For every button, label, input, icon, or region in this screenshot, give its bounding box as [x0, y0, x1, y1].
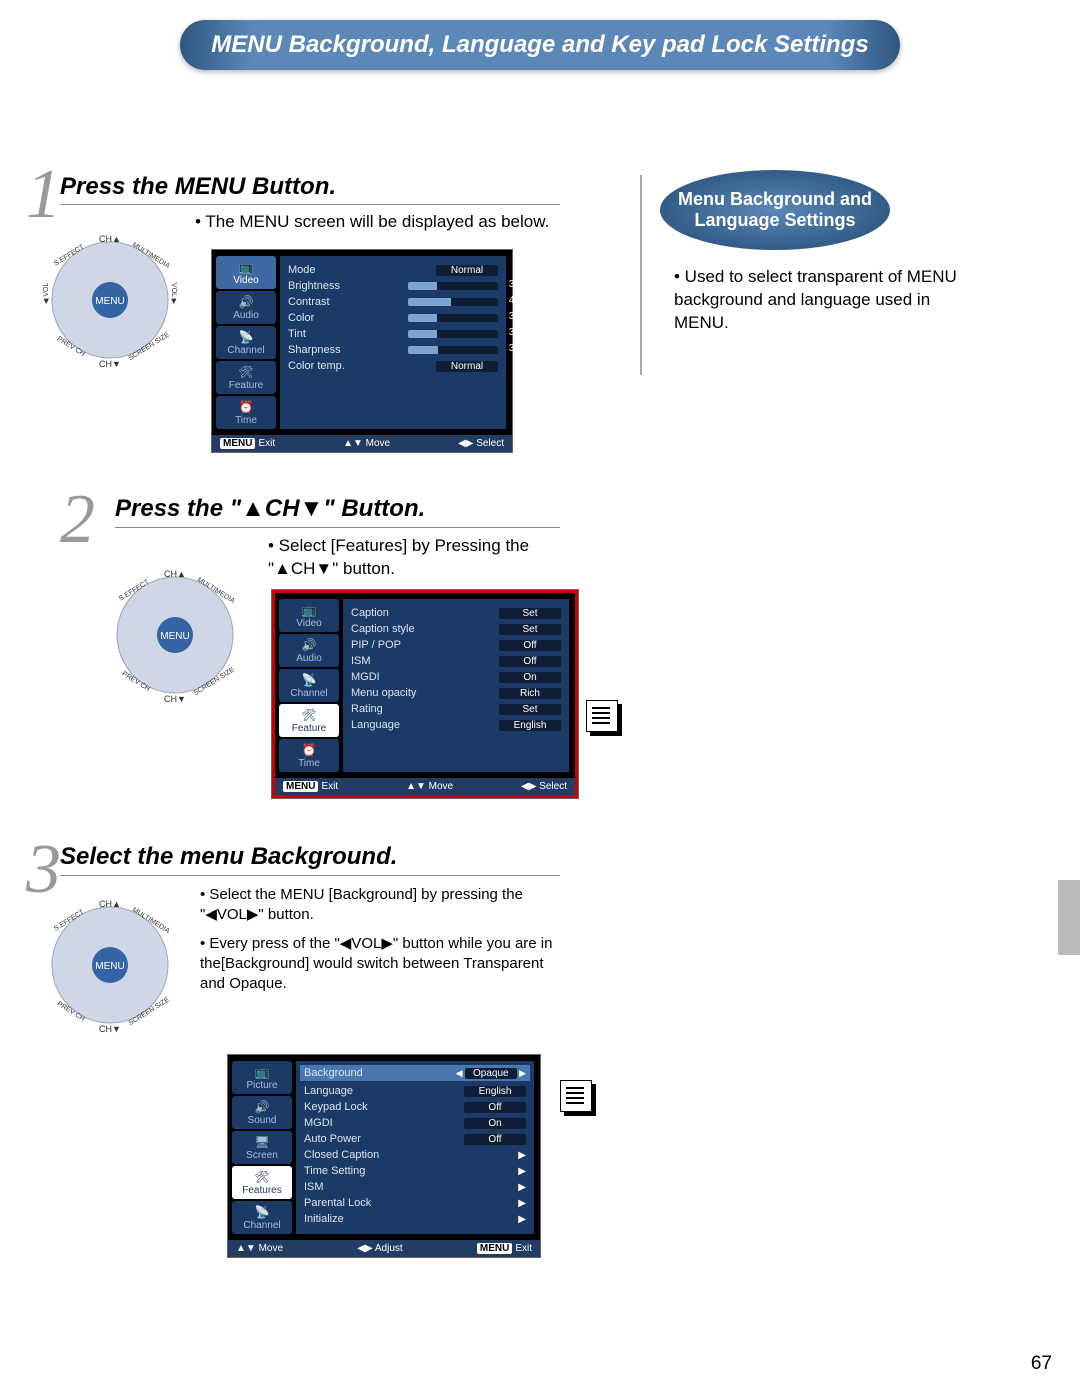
sidebar-heading-blob: Menu Background and Language Settings	[660, 170, 890, 250]
osd1-footer: MENUExit ▲▼ Move ◀▶ Select	[212, 435, 512, 452]
osd3-tab-channel: 📡Channel	[232, 1201, 292, 1234]
note-icon-2	[586, 700, 618, 732]
remote-illustration-1: MENU CH▲ CH▼ S.EFFECT MULTIMEDIA PREV CH…	[40, 230, 180, 370]
osd1-tab-video: 📺Video	[216, 256, 276, 289]
svg-text:CH▲: CH▲	[99, 234, 121, 244]
svg-text:CH▼: CH▼	[99, 359, 121, 369]
svg-text:CH▲: CH▲	[99, 899, 121, 909]
osd2-tab-audio: 🔊Audio	[279, 634, 339, 667]
osd-screen-3: 📺Picture 🔊Sound 🖥Screen 🛠Features 📡Chann…	[228, 1055, 540, 1257]
sidebar-text: • Used to select transparent of MENU bac…	[674, 266, 960, 335]
osd3-tabs: 📺Picture 🔊Sound 🖥Screen 🛠Features 📡Chann…	[228, 1055, 296, 1240]
osd1-tab-audio: 🔊Audio	[216, 291, 276, 324]
step3-note2: • Every press of the "◀VOL▶" button whil…	[200, 934, 570, 995]
osd1-tab-channel: 📡Channel	[216, 326, 276, 359]
svg-text:MENU: MENU	[95, 296, 124, 307]
page-edge-tab	[1058, 880, 1080, 955]
osd2-tab-time: ⏰Time	[279, 739, 339, 772]
osd2-tab-feature: 🛠Feature	[279, 704, 339, 737]
step3-rule	[60, 875, 560, 876]
step3-note1: • Select the MENU [Background] by pressi…	[200, 885, 570, 926]
sidebar: Menu Background and Language Settings • …	[660, 170, 960, 335]
osd3-tab-picture: 📺Picture	[232, 1061, 292, 1094]
step1-heading: Press the MENU Button.	[60, 173, 336, 201]
svg-text:CH▼: CH▼	[99, 1024, 121, 1034]
svg-text:CH▼: CH▼	[164, 694, 186, 704]
step3-heading: Select the menu Background.	[60, 843, 397, 871]
osd2-tab-video: 📺Video	[279, 599, 339, 632]
osd1-main: ModeNormal Brightness32 Contrast48 Color…	[280, 256, 506, 429]
osd3-tab-screen: 🖥Screen	[232, 1131, 292, 1164]
svg-text:◀ VOL: ◀ VOL	[43, 283, 50, 304]
step1-rule	[60, 204, 560, 205]
sidebar-divider	[640, 175, 642, 375]
remote-illustration-2: MENU CH▲ CH▼ S.EFFECT MULTIMEDIA PREV CH…	[105, 565, 245, 705]
page-title: MENU Background, Language and Key pad Lo…	[180, 20, 900, 70]
remote-illustration-3: MENU CH▲ CH▼ S.EFFECT MULTIMEDIA PREV CH…	[40, 895, 180, 1035]
osd1-tab-feature: 🛠Feature	[216, 361, 276, 394]
osd3-footer: ▲▼ Move ◀▶ Adjust MENUExit	[228, 1240, 540, 1257]
osd1-tabs: 📺Video 🔊Audio 📡Channel 🛠Feature ⏰Time	[212, 250, 280, 435]
step3-notes: • Select the MENU [Background] by pressi…	[200, 885, 570, 994]
step2-heading: Press the "▲CH▼" Button.	[115, 495, 425, 523]
osd1-tab-time: ⏰Time	[216, 396, 276, 429]
osd2-footer: MENUExit ▲▼ Move ◀▶ Select	[275, 778, 575, 795]
osd3-main: Background◀ Opaque ▶ LanguageEnglish Key…	[296, 1061, 534, 1234]
svg-text:VOL ▶: VOL ▶	[170, 283, 177, 305]
osd2-main: CaptionSet Caption styleSet PIP / POPOff…	[343, 599, 569, 772]
step-number-1: 1	[26, 155, 61, 235]
osd-screen-2: 📺Video 🔊Audio 📡Channel 🛠Feature ⏰Time Ca…	[272, 590, 578, 798]
step2-rule	[115, 527, 560, 528]
osd2-tabs: 📺Video 🔊Audio 📡Channel 🛠Feature ⏰Time	[275, 593, 343, 778]
osd3-tab-sound: 🔊Sound	[232, 1096, 292, 1129]
osd2-tab-channel: 📡Channel	[279, 669, 339, 702]
svg-text:MENU: MENU	[95, 961, 124, 972]
step1-note: • The MENU screen will be displayed as b…	[195, 212, 549, 232]
svg-text:CH▲: CH▲	[164, 569, 186, 579]
step2-note: • Select [Features] by Pressing the "▲CH…	[268, 535, 568, 581]
note-icon-3	[560, 1080, 592, 1112]
page-number: 67	[1031, 1353, 1052, 1375]
step-number-2: 2	[60, 480, 95, 560]
osd-screen-1: 📺Video 🔊Audio 📡Channel 🛠Feature ⏰Time Mo…	[212, 250, 512, 452]
osd3-tab-features: 🛠Features	[232, 1166, 292, 1199]
svg-text:MENU: MENU	[160, 631, 189, 642]
